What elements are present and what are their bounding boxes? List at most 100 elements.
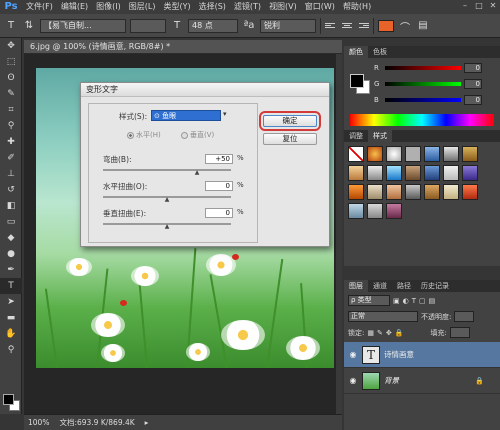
horizontal-radio[interactable]: 水平(H) — [127, 130, 161, 140]
filter-pixel-icon[interactable]: ▣ — [393, 297, 400, 305]
opacity-input[interactable] — [454, 311, 475, 322]
lock-brush-icon[interactable]: ✎ — [377, 329, 383, 337]
tab-paths[interactable]: 路径 — [392, 280, 416, 292]
eye-icon[interactable]: ◉ — [348, 376, 358, 386]
style-swatch[interactable] — [367, 146, 383, 162]
red-slider[interactable] — [385, 66, 461, 70]
style-swatch[interactable] — [462, 184, 478, 200]
align-center-icon[interactable] — [341, 20, 353, 32]
style-swatch[interactable] — [367, 165, 383, 181]
zoom-level[interactable]: 100% — [28, 415, 49, 430]
horizontal-distortion-thumb[interactable]: ▲ — [164, 197, 170, 203]
fill-input[interactable] — [449, 327, 470, 338]
minimize-icon[interactable]: – — [460, 1, 470, 11]
style-swatch[interactable] — [424, 165, 440, 181]
layer-name[interactable]: 诗情画意 — [384, 349, 414, 360]
antialias-select[interactable]: 锐利 — [260, 18, 316, 33]
menu-select[interactable]: 选择(S) — [195, 0, 230, 14]
foreground-color-swatch[interactable] — [350, 74, 364, 88]
text-orientation-icon[interactable]: ⇅ — [22, 19, 36, 33]
blue-value-input[interactable]: 0 — [464, 95, 482, 105]
lock-all-icon[interactable]: 🔒 — [395, 329, 404, 337]
tab-adjustments[interactable]: 调整 — [344, 130, 368, 142]
ok-button[interactable]: 确定 — [259, 111, 321, 131]
style-swatch[interactable] — [367, 203, 383, 219]
blend-mode-select[interactable]: 正常 — [348, 311, 418, 322]
tab-channels[interactable]: 通道 — [368, 280, 392, 292]
dodge-tool-icon[interactable]: ● — [0, 246, 22, 262]
filter-type-icon[interactable]: T — [412, 297, 416, 305]
layer-filter-select[interactable]: ρ 类型 — [348, 295, 390, 306]
style-swatch[interactable] — [348, 146, 364, 162]
pen-tool-icon[interactable]: ✒ — [0, 262, 22, 278]
warp-text-icon[interactable]: ⌒ — [398, 19, 412, 34]
style-swatch[interactable] — [424, 184, 440, 200]
layer-name[interactable]: 背景 — [384, 375, 399, 386]
move-tool-icon[interactable]: ✥ — [0, 38, 22, 54]
vertical-distortion-input[interactable]: 0 — [205, 208, 233, 218]
filter-shape-icon[interactable]: ▢ — [419, 297, 426, 305]
chevron-down-icon[interactable]: ▾ — [223, 110, 227, 118]
menu-help[interactable]: 帮助(H) — [339, 0, 375, 14]
style-swatch[interactable] — [405, 146, 421, 162]
bend-input[interactable]: +50 — [205, 154, 233, 164]
menu-layer[interactable]: 图层(L) — [125, 0, 160, 14]
close-icon[interactable]: ✕ — [488, 1, 498, 11]
font-style-select[interactable] — [130, 18, 166, 33]
menu-view[interactable]: 视图(V) — [265, 0, 301, 14]
status-arrow-icon[interactable]: ▸ — [145, 415, 149, 430]
eye-icon[interactable]: ◉ — [348, 350, 358, 360]
menu-type[interactable]: 类型(Y) — [159, 0, 194, 14]
style-select[interactable]: ⊙ 鱼眼 — [151, 110, 221, 121]
style-swatch[interactable] — [405, 184, 421, 200]
style-swatch[interactable] — [386, 165, 402, 181]
align-left-icon[interactable] — [325, 20, 337, 32]
style-swatch[interactable] — [443, 146, 459, 162]
filter-smart-icon[interactable]: ▤ — [429, 297, 436, 305]
style-swatch[interactable] — [462, 146, 478, 162]
crop-tool-icon[interactable]: ⌗ — [0, 102, 22, 118]
align-right-icon[interactable] — [357, 20, 369, 32]
type-tool-icon[interactable]: T — [0, 278, 22, 294]
maximize-icon[interactable]: □ — [474, 1, 484, 11]
color-spectrum[interactable] — [350, 114, 494, 126]
layer-row-background[interactable]: ◉ 背景 🔒 — [344, 368, 500, 394]
tab-styles[interactable]: 样式 — [368, 130, 392, 142]
menu-filter[interactable]: 滤镜(T) — [230, 0, 265, 14]
reset-button[interactable]: 复位 — [263, 133, 317, 145]
style-swatch[interactable] — [386, 203, 402, 219]
style-swatch[interactable] — [443, 184, 459, 200]
style-swatch[interactable] — [367, 184, 383, 200]
lock-move-icon[interactable]: ✥ — [386, 329, 392, 337]
style-swatch[interactable] — [348, 184, 364, 200]
green-value-input[interactable]: 0 — [464, 79, 482, 89]
tab-layers[interactable]: 图层 — [344, 280, 368, 292]
vertical-radio[interactable]: 垂直(V) — [181, 130, 214, 140]
layer-row-text[interactable]: ◉ T 诗情画意 — [344, 342, 500, 368]
font-family-select[interactable]: 【易飞自制... — [40, 18, 126, 33]
bend-slider-thumb[interactable]: ▲ — [194, 170, 200, 176]
healing-brush-tool-icon[interactable]: ✚ — [0, 134, 22, 150]
text-color-swatch[interactable] — [378, 19, 394, 32]
font-size-select[interactable]: 48 点 — [188, 18, 238, 33]
type-tool-icon[interactable]: T — [4, 19, 18, 33]
blur-tool-icon[interactable]: ◆ — [0, 230, 22, 246]
shape-tool-icon[interactable]: ▬ — [0, 310, 22, 326]
document-tab[interactable]: 6.jpg @ 100% (诗情画意, RGB/8#) * — [24, 40, 342, 54]
eraser-tool-icon[interactable]: ◧ — [0, 198, 22, 214]
red-value-input[interactable]: 0 — [464, 63, 482, 73]
style-swatch[interactable] — [348, 203, 364, 219]
gradient-tool-icon[interactable]: ▭ — [0, 214, 22, 230]
clone-stamp-tool-icon[interactable]: ⊥ — [0, 166, 22, 182]
tab-history[interactable]: 历史记录 — [416, 280, 454, 292]
quick-select-tool-icon[interactable]: ✎ — [0, 86, 22, 102]
lasso-tool-icon[interactable]: ʘ — [0, 70, 22, 86]
history-brush-tool-icon[interactable]: ↺ — [0, 182, 22, 198]
color-swatches[interactable] — [3, 394, 21, 412]
zoom-tool-icon[interactable]: ⚲ — [0, 342, 22, 358]
green-slider[interactable] — [385, 82, 461, 86]
brush-tool-icon[interactable]: ✐ — [0, 150, 22, 166]
menu-window[interactable]: 窗口(W) — [301, 0, 339, 14]
style-swatch[interactable] — [443, 165, 459, 181]
hand-tool-icon[interactable]: ✋ — [0, 326, 22, 342]
